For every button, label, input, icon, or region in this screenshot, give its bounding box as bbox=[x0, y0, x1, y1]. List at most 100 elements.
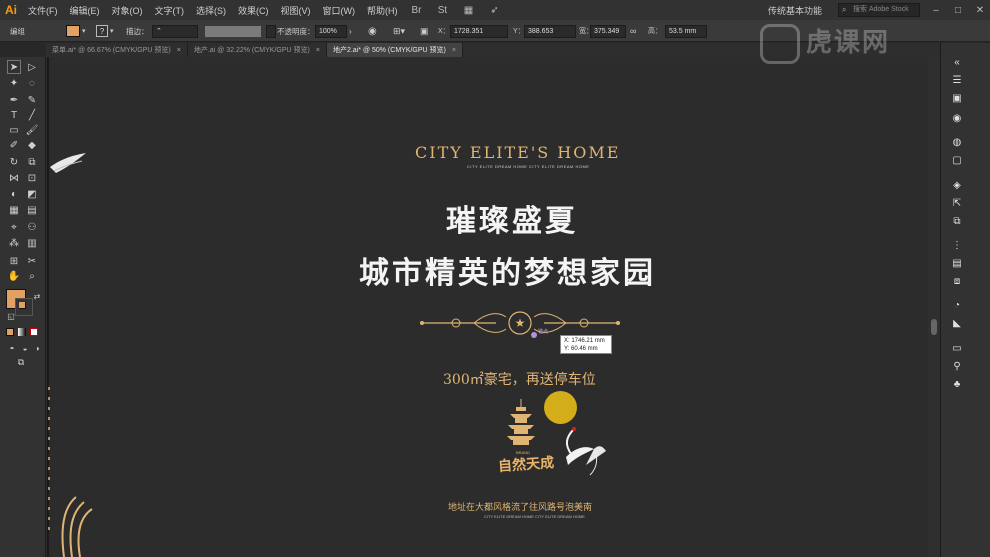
pathfinder-icon[interactable]: ⧈ bbox=[950, 274, 964, 288]
menu-window[interactable]: 窗口(W) bbox=[317, 4, 362, 17]
promo-offer-text[interactable]: 300㎡豪宅，再送停车位 bbox=[443, 369, 596, 389]
link-icon[interactable]: ∞ bbox=[630, 24, 636, 38]
shape-builder-tool-icon[interactable]: ◐ bbox=[7, 187, 21, 201]
address-subtext[interactable]: CITY ELITE DREAM HOME CITY ELITE DREAM H… bbox=[484, 514, 585, 519]
close-icon[interactable]: ✕ bbox=[970, 0, 990, 20]
color-mode-icon[interactable] bbox=[6, 328, 14, 336]
properties-icon[interactable]: ☰ bbox=[950, 73, 964, 87]
scroll-thumb[interactable] bbox=[931, 319, 937, 335]
menu-file[interactable]: 文件(F) bbox=[22, 4, 64, 17]
selection-tool-icon[interactable]: ➤ bbox=[7, 60, 21, 74]
minimize-icon[interactable]: – bbox=[926, 0, 946, 20]
line-tool-icon[interactable]: ╱ bbox=[25, 108, 39, 122]
collapse-panels-icon[interactable]: « bbox=[950, 55, 964, 69]
close-icon[interactable]: × bbox=[452, 47, 456, 54]
perspective-grid-tool-icon[interactable]: ▦ bbox=[7, 203, 21, 217]
opacity-field[interactable]: 100% bbox=[315, 24, 347, 38]
appearance-icon[interactable]: ⚲ bbox=[950, 359, 964, 373]
x-field[interactable]: 1728.351 bbox=[450, 24, 508, 38]
rotate-tool-icon[interactable]: ↻ bbox=[7, 155, 21, 169]
libraries-icon[interactable]: ▣ bbox=[950, 91, 964, 105]
stock-search-input[interactable]: ⌕ 搜索 Adobe Stock bbox=[838, 3, 920, 17]
bridge-icon[interactable]: Br bbox=[409, 4, 425, 16]
scale-tool-icon[interactable]: ⧉ bbox=[25, 155, 39, 169]
maximize-icon[interactable]: □ bbox=[948, 0, 968, 20]
variable-width-profile[interactable] bbox=[205, 25, 261, 37]
chevron-down-icon[interactable]: ▾ bbox=[110, 27, 114, 35]
vertical-scrollbar[interactable] bbox=[928, 57, 940, 557]
moon-circle[interactable] bbox=[544, 391, 577, 424]
menu-effect[interactable]: 效果(C) bbox=[232, 4, 275, 17]
menu-view[interactable]: 视图(V) bbox=[275, 4, 317, 17]
heading-english[interactable]: CITY ELITE'S HOME bbox=[415, 143, 620, 162]
symbols-icon[interactable]: ◣ bbox=[950, 316, 964, 330]
recolor-icon[interactable]: ◉ bbox=[368, 24, 377, 38]
free-transform-tool-icon[interactable]: ⊡ bbox=[25, 171, 39, 185]
none-mode-icon[interactable] bbox=[30, 328, 38, 336]
brand-logo-text[interactable]: 自然天成 bbox=[497, 452, 555, 476]
fill-swatch[interactable] bbox=[66, 25, 80, 37]
tab-document-2[interactable]: 地产.ai @ 32.22% (CMYK/GPU 预览) × bbox=[188, 43, 327, 57]
swatches-icon[interactable]: ▢ bbox=[950, 153, 964, 167]
draw-inside-icon[interactable]: ◑ bbox=[30, 341, 44, 355]
eraser-tool-icon[interactable]: ◆ bbox=[25, 138, 39, 152]
symbol-sprayer-tool-icon[interactable]: ⁂ bbox=[7, 236, 21, 250]
menu-help[interactable]: 帮助(H) bbox=[361, 4, 404, 17]
eyedropper-tool-icon[interactable]: ⌖ bbox=[7, 220, 21, 234]
screen-mode-icon[interactable]: ⧉ bbox=[14, 355, 28, 369]
magic-wand-tool-icon[interactable]: ✦ bbox=[7, 76, 21, 90]
menu-select[interactable]: 选择(S) bbox=[190, 4, 232, 17]
pen-tool-icon[interactable]: ✒ bbox=[7, 93, 21, 107]
chevron-right-icon[interactable]: › bbox=[349, 24, 352, 38]
rectangle-tool-icon[interactable]: ▭ bbox=[7, 123, 21, 137]
gpu-icon[interactable]: ➶ bbox=[487, 4, 503, 16]
stock-icon[interactable]: St bbox=[435, 4, 451, 16]
reference-point-icon[interactable]: ▣ bbox=[420, 24, 429, 38]
width-field[interactable]: 375.349 bbox=[590, 24, 626, 38]
paintbrush-tool-icon[interactable]: 🖌 bbox=[25, 123, 39, 137]
title-line-2[interactable]: 城市精英的梦想家园 bbox=[359, 248, 656, 292]
address-text[interactable]: 地址在大都风格流了往风路号泡美南 bbox=[448, 500, 592, 513]
export-icon[interactable]: ⇱ bbox=[950, 196, 964, 210]
subheading-english[interactable]: CITY ELITE DREAM HOME CITY ELITE DREAM H… bbox=[467, 164, 589, 169]
draw-normal-icon[interactable]: ◓ bbox=[5, 341, 19, 355]
workspace-switcher[interactable]: 传统基本功能 bbox=[768, 4, 822, 17]
links-icon[interactable]: ♣ bbox=[950, 377, 964, 391]
y-field[interactable]: 388.653 bbox=[524, 24, 576, 38]
stroke-swatch[interactable]: ? bbox=[96, 25, 108, 37]
graph-tool-icon[interactable]: ▥ bbox=[25, 236, 39, 250]
stroke-weight-field[interactable]: ⌃ bbox=[152, 24, 198, 38]
gradient-mode-icon[interactable] bbox=[18, 328, 26, 336]
shaper-tool-icon[interactable]: ✐ bbox=[7, 138, 21, 152]
close-icon[interactable]: × bbox=[177, 47, 181, 54]
align-panel-icon[interactable]: ▤ bbox=[950, 256, 964, 270]
menu-object[interactable]: 对象(O) bbox=[106, 4, 149, 17]
swap-icon[interactable]: ⇄ bbox=[30, 289, 44, 303]
blend-tool-icon[interactable]: ⚇ bbox=[25, 220, 39, 234]
curvature-tool-icon[interactable]: ✎ bbox=[25, 93, 39, 107]
chevron-down-icon[interactable]: ▾ bbox=[82, 27, 86, 35]
type-tool-icon[interactable]: T bbox=[7, 108, 21, 122]
default-colors-icon[interactable]: ◱ bbox=[4, 309, 18, 323]
layers-icon[interactable]: ◈ bbox=[950, 178, 964, 192]
color-guide-icon[interactable]: ◉ bbox=[950, 111, 964, 125]
height-field[interactable]: 53.5 mm bbox=[665, 24, 707, 38]
graphic-styles-icon[interactable]: ▭ bbox=[950, 341, 964, 355]
tab-document-3[interactable]: 地产2.ai* @ 50% (CMYK/GPU 预览) × bbox=[326, 43, 463, 57]
close-icon[interactable]: × bbox=[316, 47, 320, 54]
artboard-canvas[interactable]: ★ CITY ELITE'S HOME CITY ELITE DREAM HOM… bbox=[46, 57, 928, 557]
lasso-tool-icon[interactable]: ◌ bbox=[25, 76, 39, 90]
live-paint-tool-icon[interactable]: ◩ bbox=[25, 187, 39, 201]
menu-edit[interactable]: 编辑(E) bbox=[64, 4, 106, 17]
menu-type[interactable]: 文字(T) bbox=[149, 4, 191, 17]
align-icon[interactable]: ⊞▾ bbox=[393, 24, 405, 38]
zoom-tool-icon[interactable]: ⌕ bbox=[25, 269, 39, 283]
title-line-1[interactable]: 璀璨盛夏 bbox=[446, 196, 578, 240]
paragraph-icon[interactable]: ⋮ bbox=[950, 238, 964, 252]
tab-document-1[interactable]: 菜单.ai* @ 66.67% (CMYK/GPU 预览) × bbox=[46, 43, 188, 57]
artboards-icon[interactable]: ⧉ bbox=[950, 214, 964, 228]
artboard-tool-icon[interactable]: ⊞ bbox=[7, 254, 21, 268]
direct-selection-tool-icon[interactable]: ▷ bbox=[25, 60, 39, 74]
color-icon[interactable]: ◍ bbox=[950, 135, 964, 149]
width-tool-icon[interactable]: ⋈ bbox=[7, 171, 21, 185]
